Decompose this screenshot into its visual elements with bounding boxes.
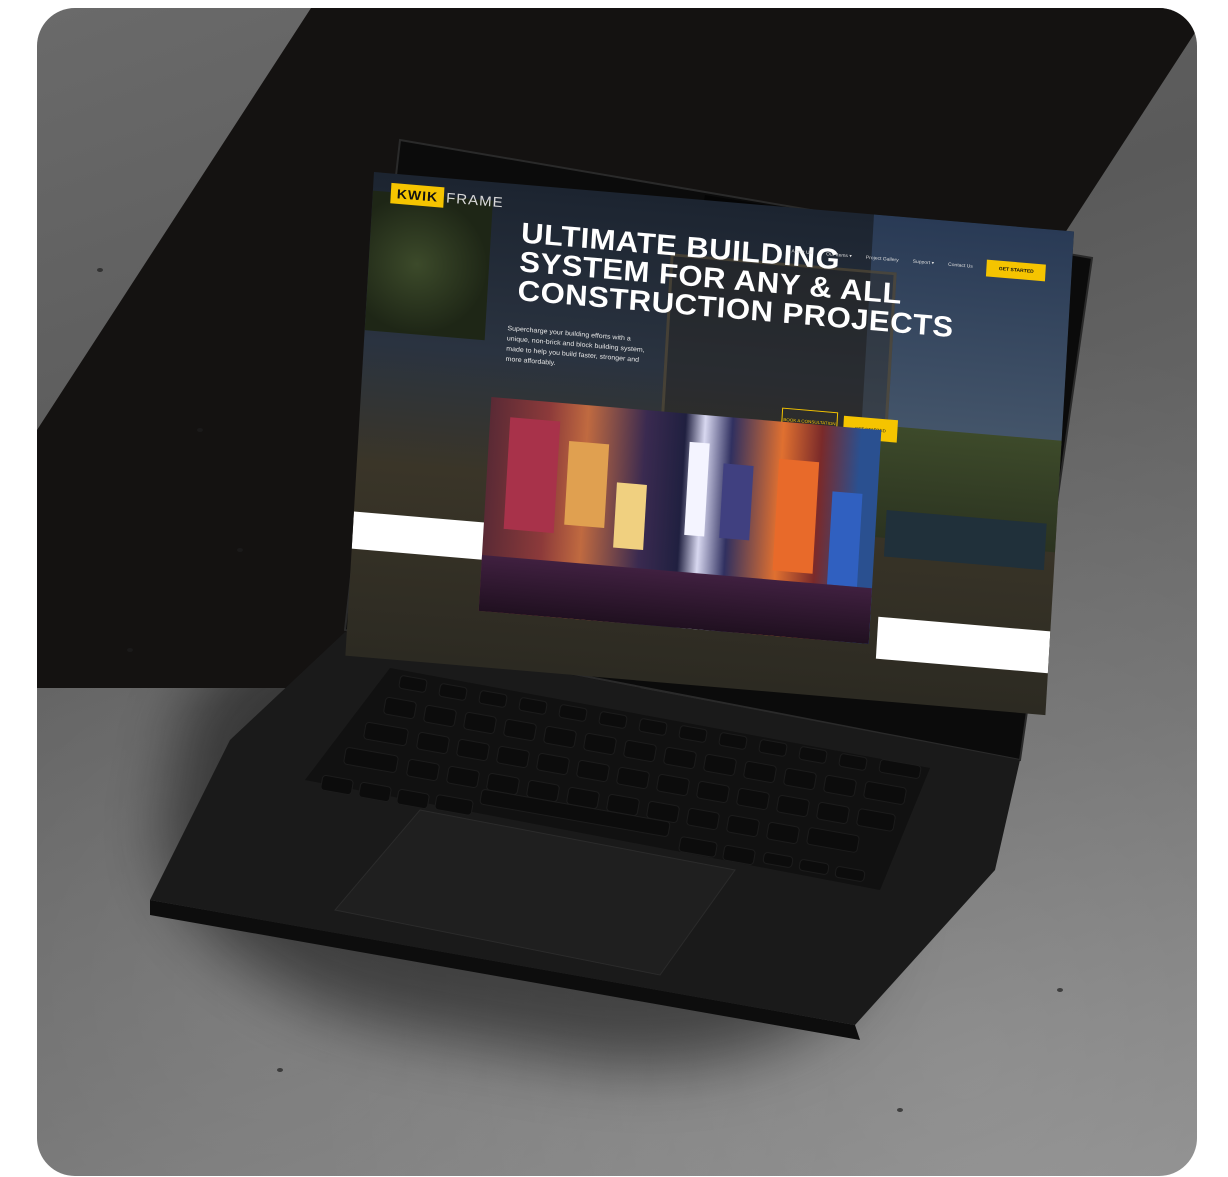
- hero-subtitle: Supercharge your building efforts with a…: [505, 325, 645, 367]
- logo-kwik: KWIK: [390, 182, 445, 208]
- logo-frame: FRAME: [445, 189, 505, 211]
- laptop-screen: KWIK FRAME ULTIMATE BUILDING SYSTEM FOR …: [345, 172, 1074, 716]
- hero-title: ULTIMATE BUILDING SYSTEM FOR ANY & ALL C…: [517, 216, 955, 343]
- nav-about-us[interactable]: About Us: [791, 249, 812, 256]
- nav-contact-us[interactable]: Contact Us: [948, 262, 973, 270]
- nav-support[interactable]: Support ▾: [912, 259, 934, 266]
- background-trees: [364, 190, 493, 341]
- white-section-block: [875, 616, 1051, 674]
- nav-our-items[interactable]: Our Items ▾: [826, 252, 852, 260]
- nav-project-gallery[interactable]: Project Gallery: [866, 255, 899, 263]
- city-night-image: [478, 396, 882, 644]
- white-section-block: [351, 511, 489, 561]
- website-hero: KWIK FRAME ULTIMATE BUILDING SYSTEM FOR …: [345, 172, 1074, 716]
